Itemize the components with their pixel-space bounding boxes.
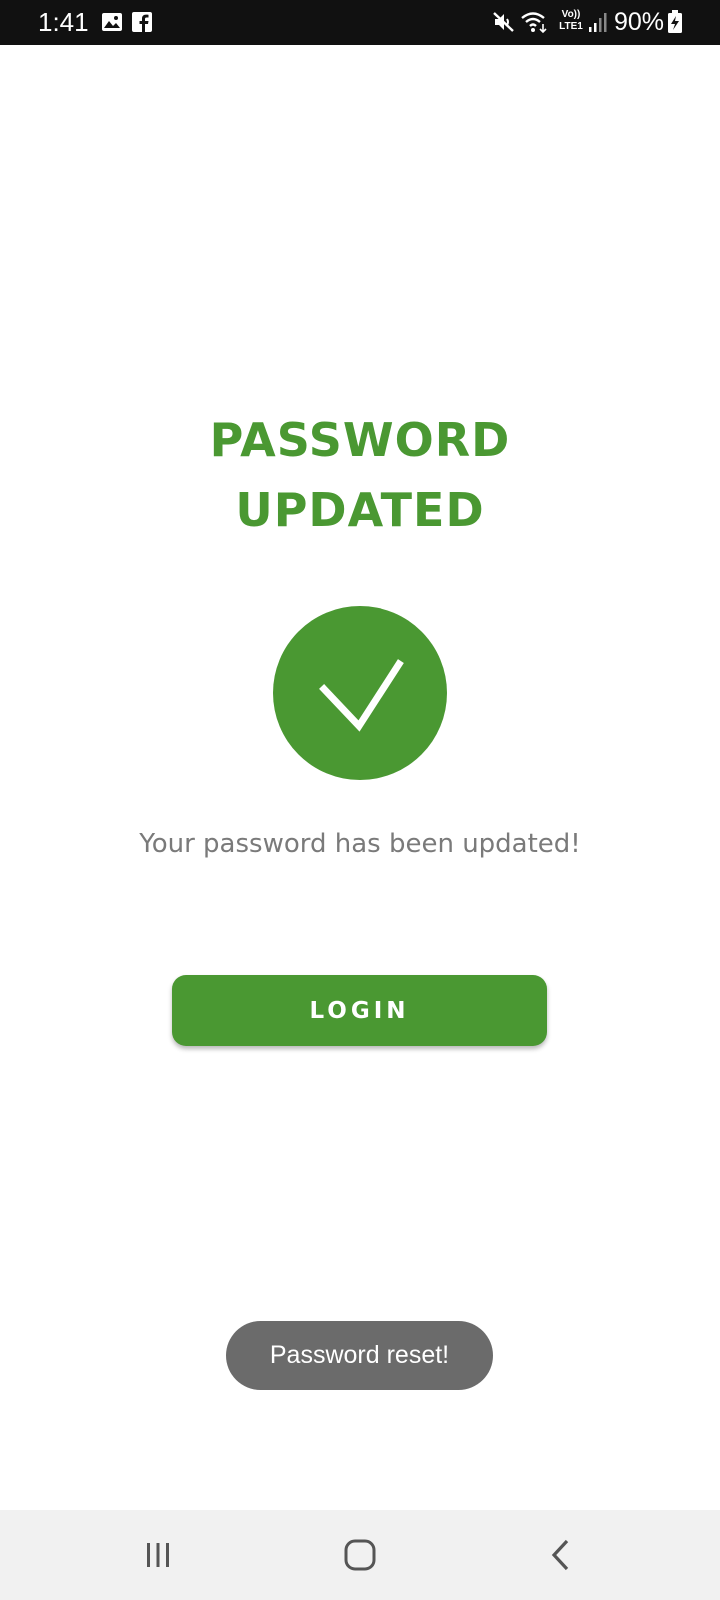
wifi-icon <box>520 9 548 34</box>
home-icon <box>344 1539 376 1571</box>
volte-lte-icon: Vo)) LTE1 <box>555 9 587 32</box>
recent-apps-icon <box>147 1543 169 1567</box>
title-line-2: UPDATED <box>235 483 485 537</box>
battery-charging-icon <box>667 10 683 33</box>
check-circle-icon <box>273 606 447 780</box>
status-time: 1:41 <box>38 7 89 37</box>
image-icon <box>101 11 123 33</box>
network-label-bottom: LTE1 <box>559 21 583 32</box>
login-button[interactable]: LOGIN <box>172 975 547 1046</box>
facebook-icon <box>131 11 153 33</box>
battery-percent: 90% <box>614 8 665 36</box>
navigation-bar <box>0 1510 720 1600</box>
status-bar: 1:41 Vo)) LTE1 90% <box>0 0 720 45</box>
screen: 1:41 Vo)) LTE1 90% PASSWORD UPDATED Your… <box>0 0 720 1600</box>
recent-apps-button[interactable] <box>113 1524 203 1586</box>
network-label-top: Vo)) <box>561 9 581 20</box>
back-button[interactable] <box>516 1524 606 1586</box>
mute-icon <box>492 10 516 32</box>
toast-message: Password reset! <box>226 1321 493 1390</box>
home-button[interactable] <box>315 1524 405 1586</box>
back-icon <box>551 1539 569 1571</box>
success-message: Your password has been updated! <box>139 829 581 859</box>
title-line-1: PASSWORD <box>209 413 511 467</box>
page-title: PASSWORD UPDATED <box>0 405 720 545</box>
signal-icon <box>588 11 608 33</box>
